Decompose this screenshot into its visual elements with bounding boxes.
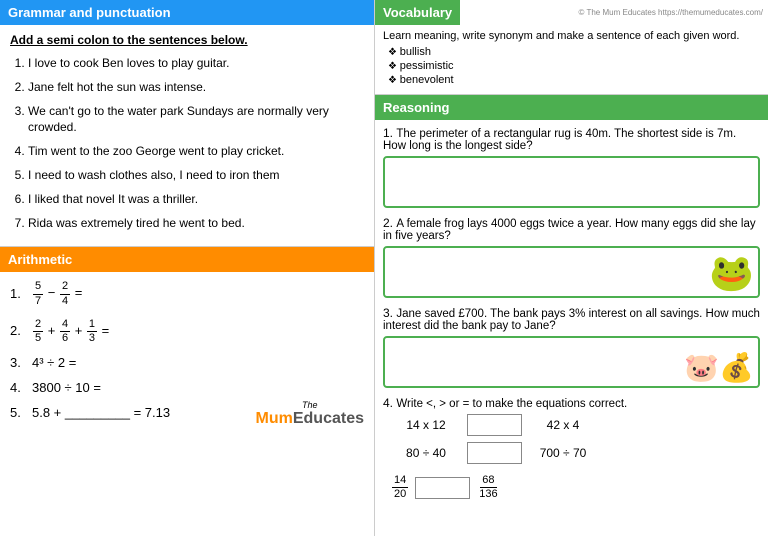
vocab-header: Vocabulary — [375, 0, 460, 25]
list-item: Rida was extremely tired he went to bed. — [28, 215, 364, 232]
page-wrapper: Grammar and punctuation Add a semi colon… — [0, 0, 768, 536]
grammar-list: I love to cook Ben loves to play guitar.… — [10, 55, 364, 231]
compare-row: 80 ÷ 40 700 ÷ 70 — [391, 442, 752, 464]
question-text: A female frog lays 4000 eggs twice a yea… — [383, 218, 756, 242]
fraction-left: 14 20 — [392, 474, 408, 501]
answer-box-1[interactable] — [383, 156, 760, 208]
item-num: 1. — [10, 286, 28, 301]
vocab-list: bullish pessimistic benevolent — [383, 46, 760, 86]
list-item: 4. 3800 ÷ 10 = — [10, 380, 364, 395]
item-num: 4. — [10, 380, 28, 395]
compare-right: 42 x 4 — [528, 418, 598, 432]
item-num: 5. — [10, 405, 28, 420]
reasoning-body: 1. The perimeter of a rectangular rug is… — [375, 120, 768, 519]
fraction-right: 68 136 — [477, 474, 499, 501]
compare-section: 14 x 12 42 x 4 80 ÷ 40 700 ÷ 70 — [383, 410, 760, 505]
logo-main: MumEducates — [256, 410, 364, 428]
list-item: 1. 5 7 − 2 4 = — [10, 280, 364, 307]
question-text: Jane saved £700. The bank pays 3% intere… — [383, 308, 760, 332]
arithmetic-section: Arithmetic 1. 5 7 − 2 — [0, 246, 374, 438]
grammar-header: Grammar and punctuation — [0, 0, 374, 25]
arithmetic-text: 5.8 + _________ = 7.13 — [32, 405, 170, 420]
compare-row: 14 x 12 42 x 4 — [391, 414, 752, 436]
grammar-instruction: Add a semi colon to the sentences below. — [10, 33, 364, 47]
item-num: 3. — [10, 355, 28, 370]
answer-box-2[interactable]: 🐸 — [383, 246, 760, 298]
arithmetic-header: Arithmetic — [0, 247, 374, 272]
copyright: © The Mum Educates https://themumeducate… — [579, 8, 768, 17]
list-item: 2. A female frog lays 4000 eggs twice a … — [383, 216, 760, 298]
arithmetic-body: 1. 5 7 − 2 4 = — [0, 272, 374, 438]
fraction-row: 14 20 68 136 — [391, 474, 752, 501]
question-text: Write <, > or = to make the equations co… — [396, 398, 627, 410]
list-item: I love to cook Ben loves to play guitar. — [28, 55, 364, 72]
list-item: 1. The perimeter of a rectangular rug is… — [383, 126, 760, 208]
fraction: 4 6 — [60, 318, 70, 345]
logo-the: The — [256, 400, 364, 410]
fraction-expr: 2 5 + 4 6 + 1 3 — [32, 318, 109, 345]
piggy-icon: 🐷💰 — [684, 351, 754, 384]
compare-input-3[interactable] — [415, 477, 470, 499]
list-item: We can't go to the water park Sundays ar… — [28, 103, 364, 137]
list-item: pessimistic — [388, 60, 760, 72]
vocab-title: Vocabulary — [383, 5, 452, 20]
list-item: 3. Jane saved £700. The bank pays 3% int… — [383, 306, 760, 388]
vocab-header-row: Vocabulary © The Mum Educates https://th… — [375, 0, 768, 25]
logo: The MumEducates — [256, 400, 364, 428]
grammar-section: Grammar and punctuation Add a semi colon… — [0, 0, 374, 246]
list-item: benevolent — [388, 74, 760, 86]
compare-left: 80 ÷ 40 — [391, 446, 461, 460]
reasoning-list: 1. The perimeter of a rectangular rug is… — [383, 126, 760, 505]
arithmetic-title: Arithmetic — [8, 252, 72, 267]
list-item: 4. Write <, > or = to make the equations… — [383, 396, 760, 505]
fraction: 2 4 — [60, 280, 70, 307]
vocab-body: Learn meaning, write synonym and make a … — [375, 25, 768, 94]
arithmetic-text: 4³ ÷ 2 = — [32, 355, 76, 370]
list-item: Jane felt hot the sun was intense. — [28, 79, 364, 96]
logo-mum: Mum — [256, 410, 293, 427]
vocab-instruction: Learn meaning, write synonym and make a … — [383, 30, 760, 42]
compare-input-2[interactable] — [467, 442, 522, 464]
reasoning-header: Reasoning — [375, 95, 768, 120]
compare-rows: 14 x 12 42 x 4 80 ÷ 40 700 ÷ 70 — [391, 414, 752, 501]
item-num: 2. — [10, 323, 28, 338]
reasoning-title: Reasoning — [383, 100, 449, 115]
left-column: Grammar and punctuation Add a semi colon… — [0, 0, 375, 536]
grammar-body: Add a semi colon to the sentences below.… — [0, 25, 374, 246]
compare-left: 14 x 12 — [391, 418, 461, 432]
answer-box-3[interactable]: 🐷💰 — [383, 336, 760, 388]
grammar-title: Grammar and punctuation — [8, 5, 171, 20]
list-item: Tim went to the zoo George went to play … — [28, 143, 364, 160]
question-text: The perimeter of a rectangular rug is 40… — [383, 128, 736, 152]
list-item: bullish — [388, 46, 760, 58]
right-column: Vocabulary © The Mum Educates https://th… — [375, 0, 768, 536]
reasoning-section: Reasoning 1. The perimeter of a rectangu… — [375, 95, 768, 536]
list-item: 2. 2 5 + 4 6 + — [10, 318, 364, 345]
fraction-expr: 5 7 − 2 4 = — [32, 280, 82, 307]
compare-input-1[interactable] — [467, 414, 522, 436]
list-item: 3. 4³ ÷ 2 = — [10, 355, 364, 370]
list-item: I liked that novel It was a thriller. — [28, 191, 364, 208]
list-item: I need to wash clothes also, I need to i… — [28, 167, 364, 184]
vocab-section: Vocabulary © The Mum Educates https://th… — [375, 0, 768, 95]
frog-icon: 🐸 — [709, 252, 754, 294]
fraction: 1 3 — [87, 318, 97, 345]
compare-right: 700 ÷ 70 — [528, 446, 598, 460]
fraction: 5 7 — [33, 280, 43, 307]
fraction: 2 5 — [33, 318, 43, 345]
arithmetic-text: 3800 ÷ 10 = — [32, 380, 101, 395]
